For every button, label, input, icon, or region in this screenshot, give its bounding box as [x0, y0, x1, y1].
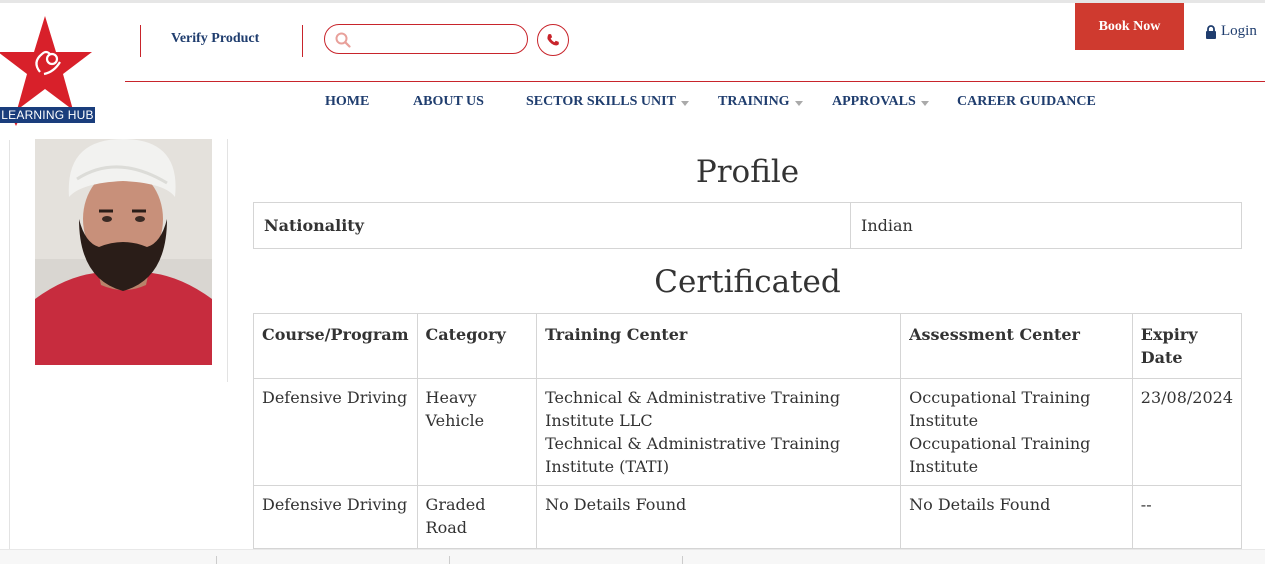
search-input[interactable]: [359, 30, 523, 50]
assessment-center-cell: No Details Found: [900, 485, 1133, 549]
course-cell: Defensive Driving: [253, 485, 418, 549]
content-left-border: [9, 140, 10, 550]
training-center-cell: No Details Found: [536, 485, 902, 549]
column-header: Expiry Date: [1131, 313, 1243, 379]
table-row: Defensive Driving Graded Road No Details…: [253, 485, 1243, 549]
caret-down-icon: [680, 100, 689, 106]
login-link[interactable]: Login: [1205, 23, 1257, 40]
search-box[interactable]: [324, 24, 528, 54]
nav-label: CAREER GUIDANCE: [957, 94, 1096, 109]
caret-down-icon: [920, 100, 929, 106]
course-cell: Defensive Driving: [253, 378, 418, 486]
nav-label: APPROVALS: [832, 94, 916, 109]
search-icon[interactable]: [335, 32, 351, 48]
nav-label: ABOUT US: [413, 94, 484, 109]
nav-label: SECTOR SKILLS UNIT: [526, 94, 676, 109]
training-center-cell: Technical & Administrative Training Inst…: [536, 378, 902, 486]
table-row: Defensive Driving Heavy Vehicle Technica…: [253, 378, 1243, 486]
profile-heading: Profile: [695, 154, 800, 190]
certificated-heading: Certificated: [654, 264, 841, 300]
phone-button[interactable]: [537, 24, 569, 56]
phone-icon: [547, 34, 559, 46]
category-cell: Heavy Vehicle: [416, 378, 538, 486]
main-nav: HOME ABOUT US SECTOR SKILLS UNIT TRAININ…: [0, 94, 1265, 114]
column-header: Training Center: [536, 313, 902, 379]
certificates-table: Course/Program Category Training Center …: [253, 313, 1243, 549]
header-separator: [140, 25, 141, 57]
assessment-center-cell: Occupational Training Institute Occupati…: [900, 378, 1133, 486]
nav-sector-skills-unit[interactable]: SECTOR SKILLS UNIT: [526, 94, 689, 110]
category-cell: Graded Road: [416, 485, 538, 549]
bottom-bar: [0, 549, 1265, 564]
nav-training[interactable]: TRAINING: [718, 94, 803, 110]
training-center-line: No Details Found: [545, 495, 687, 514]
nav-approvals[interactable]: APPROVALS: [832, 94, 929, 110]
training-center-line: Technical & Administrative Training Inst…: [545, 388, 841, 430]
profile-photo: [35, 139, 212, 365]
column-header: Assessment Center: [900, 313, 1133, 379]
expiry-cell: --: [1131, 485, 1243, 549]
login-label: Login: [1221, 23, 1257, 39]
header-separator: [302, 25, 303, 57]
table-header-row: Course/Program Category Training Center …: [253, 313, 1243, 379]
book-now-button[interactable]: Book Now: [1075, 3, 1184, 50]
column-header: Category: [416, 313, 538, 379]
nav-career-guidance[interactable]: CAREER GUIDANCE: [957, 94, 1096, 110]
photo-divider: [227, 139, 228, 382]
nationality-label: Nationality: [253, 202, 851, 249]
training-center-line: Technical & Administrative Training Inst…: [545, 434, 841, 476]
verify-product-link[interactable]: Verify Product: [171, 31, 259, 47]
table-row: Nationality Indian: [253, 202, 1242, 249]
profile-table: Nationality Indian: [253, 202, 1242, 249]
assessment-center-line: Occupational Training Institute: [909, 434, 1091, 476]
expiry-cell: 23/08/2024: [1131, 378, 1243, 486]
column-header: Course/Program: [253, 313, 418, 379]
header-divider: [125, 81, 1265, 82]
assessment-center-line: No Details Found: [909, 495, 1051, 514]
nationality-value: Indian: [850, 202, 1242, 249]
caret-down-icon: [794, 100, 803, 106]
nav-about-us[interactable]: ABOUT US: [413, 94, 484, 110]
lock-icon: [1206, 24, 1216, 39]
nav-label: HOME: [325, 94, 370, 109]
nav-home[interactable]: HOME: [325, 94, 369, 110]
nav-label: TRAINING: [718, 94, 790, 109]
assessment-center-line: Occupational Training Institute: [909, 388, 1091, 430]
